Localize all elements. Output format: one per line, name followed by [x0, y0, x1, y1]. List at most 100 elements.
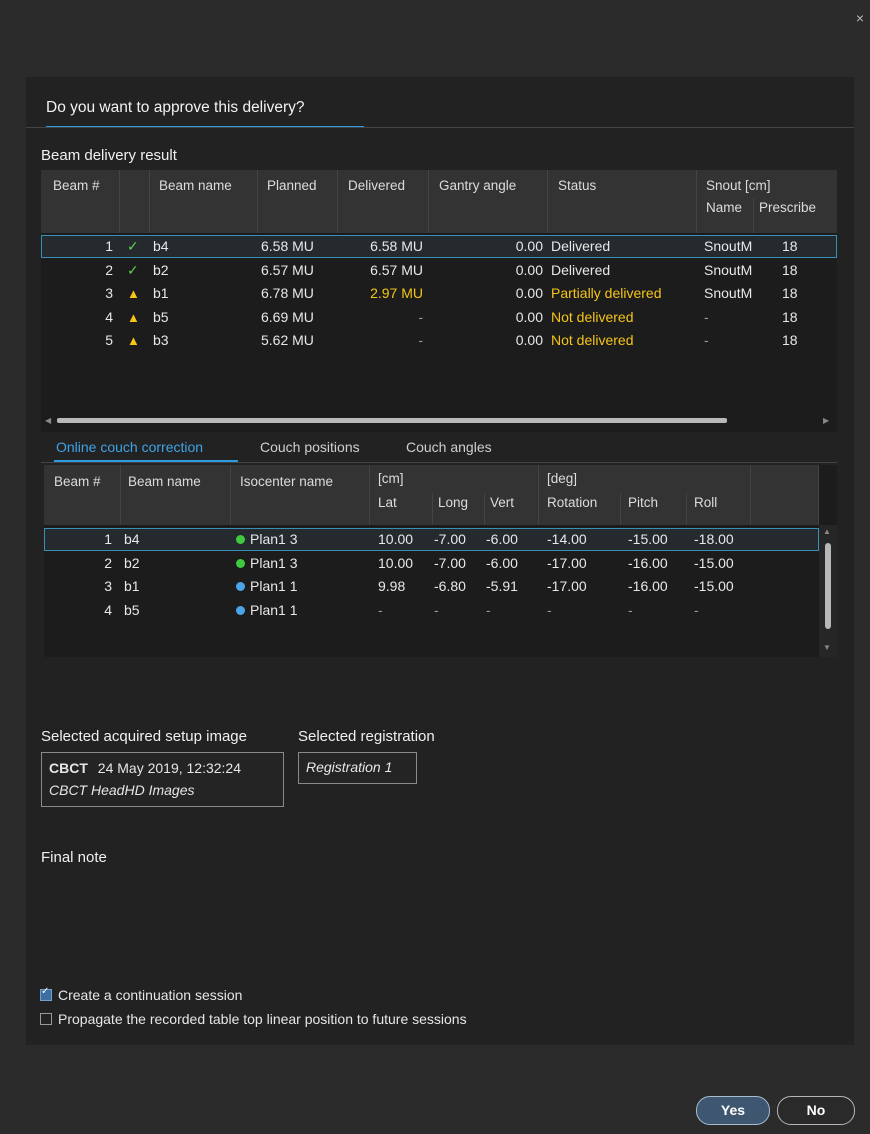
col-lat[interactable]: Lat [378, 495, 397, 510]
col-snout-name[interactable]: Name [706, 200, 742, 215]
col-divider [337, 170, 338, 233]
registration-card[interactable]: Registration 1 [298, 752, 417, 784]
vscroll-thumb[interactable] [825, 543, 831, 629]
gantry-angle: 0.00 [515, 238, 543, 254]
propagate-option[interactable]: Propagate the recorded table top linear … [40, 1011, 467, 1027]
tab-couch-angles[interactable]: Couch angles [406, 439, 492, 455]
no-button[interactable]: No [777, 1096, 855, 1125]
planned-value: 6.69 MU [261, 308, 314, 325]
col-beam-name[interactable]: Beam name [159, 178, 232, 193]
beam-result-title: Beam delivery result [41, 147, 177, 164]
lat-value: - [378, 601, 383, 618]
roll-value: -15.00 [694, 578, 734, 594]
registration-label: Selected registration [298, 728, 435, 745]
isocenter-name: Plan1 1 [250, 601, 298, 618]
status-text: Not delivered [551, 332, 634, 348]
scroll-up-icon[interactable]: ▲ [823, 527, 831, 536]
col-snout-prescribed[interactable]: Prescribe [759, 200, 816, 215]
beam-result-hscrollbar[interactable]: ◀ ▶ [41, 414, 837, 428]
col-divider [149, 170, 150, 233]
beam-number: 4 [105, 308, 113, 325]
continuation-checkbox[interactable] [40, 986, 52, 1001]
final-note-label: Final note [41, 849, 107, 866]
col-divider [818, 465, 819, 525]
propagate-checkbox[interactable] [40, 1013, 52, 1025]
delivered-value: - [418, 332, 423, 348]
table-row[interactable]: 3 ▲ b1 6.78 MU 2.97 MU 0.00 Partially delivere… [41, 282, 837, 305]
col-beam-no[interactable]: Beam # [54, 474, 101, 489]
image-datetime: 24 May 2019, 12:32:24 [97, 760, 242, 776]
tab-online-couch-correction[interactable]: Online couch correction [56, 439, 203, 455]
yes-button[interactable]: Yes [696, 1096, 770, 1125]
planned-value: 6.57 MU [261, 261, 314, 278]
isocenter-cell: Plan1 3 [236, 528, 297, 551]
col-long[interactable]: Long [438, 495, 468, 510]
delivered-value: 6.57 MU [370, 261, 423, 278]
col-delivered[interactable]: Delivered [348, 178, 405, 193]
tab-couch-positions[interactable]: Couch positions [260, 439, 360, 455]
couch-vscrollbar[interactable]: ▲ ▼ [819, 525, 837, 657]
col-beam-no[interactable]: Beam # [53, 178, 100, 193]
table-row[interactable]: 2 b2 Plan1 3 10.00 -7.00 -6.00 -17.00 -16.00 -15… [44, 552, 819, 575]
table-row[interactable]: 2 ✓ b2 6.57 MU 6.57 MU 0.00 Delivered SnoutM 18 [41, 259, 837, 282]
table-row[interactable]: 3 b1 Plan1 1 9.98 -6.80 -5.91 -17.00 -16.00 -15.… [44, 575, 819, 598]
hscroll-thumb[interactable] [57, 418, 727, 423]
beam-result-grid[interactable]: Beam # Beam name Planned Delivered Gantr… [41, 170, 837, 432]
scroll-down-icon[interactable]: ▼ [823, 643, 831, 652]
col-snout[interactable]: Snout [cm] [706, 178, 771, 193]
col-cm-group: [cm] [378, 471, 404, 486]
setup-image-card[interactable]: CBCT 24 May 2019, 12:32:24 CBCT HeadHD I… [41, 752, 284, 807]
roll-value: - [694, 601, 699, 618]
table-row[interactable]: 1 ✓ b4 6.58 MU 6.58 MU 0.00 Delivered SnoutM 18 [41, 235, 837, 258]
vert-value: -5.91 [486, 578, 518, 594]
continuation-option[interactable]: Create a continuation session [40, 986, 242, 1003]
delivered-value: 6.58 MU [370, 238, 423, 254]
col-planned[interactable]: Planned [267, 178, 317, 193]
planned-value: 5.62 MU [261, 332, 314, 348]
image-modality: CBCT [49, 760, 88, 776]
isocenter-cell: Plan1 1 [236, 599, 297, 622]
col-divider [696, 170, 697, 233]
table-row[interactable]: 4 b5 Plan1 1 - - - - - - [44, 599, 819, 622]
snout-prescribed: 18 [782, 285, 798, 301]
couch-correction-grid[interactable]: Beam # Beam name Isocenter name [cm] Lat… [44, 465, 837, 657]
col-status[interactable]: Status [558, 178, 596, 193]
col-beam-name[interactable]: Beam name [128, 474, 201, 489]
col-divider [750, 465, 751, 525]
lat-value: 10.00 [378, 554, 414, 571]
col-roll[interactable]: Roll [694, 495, 717, 510]
beam-number: 2 [104, 554, 112, 571]
close-icon[interactable]: × [856, 10, 864, 26]
scroll-left-icon[interactable]: ◀ [45, 416, 51, 425]
beam-number: 2 [105, 261, 113, 278]
col-divider [428, 170, 429, 233]
beam-number: 5 [105, 332, 113, 348]
scroll-right-icon[interactable]: ▶ [823, 416, 829, 425]
isocenter-cell: Plan1 3 [236, 552, 297, 575]
delivered-value: 2.97 MU [370, 285, 423, 301]
beam-name: b1 [124, 578, 140, 594]
beam-result-header: Beam # Beam name Planned Delivered Gantr… [41, 170, 837, 233]
col-divider [120, 465, 121, 525]
beam-name: b2 [153, 261, 169, 278]
beam-name: b4 [124, 531, 140, 547]
table-row[interactable]: 4 ▲ b5 6.69 MU - 0.00 Not delivered - 18 [41, 306, 837, 329]
pitch-value: -16.00 [628, 554, 668, 571]
beam-name: b3 [153, 332, 169, 348]
vert-value: -6.00 [486, 554, 518, 571]
beam-name: b1 [153, 285, 169, 301]
col-vert[interactable]: Vert [490, 495, 514, 510]
isocenter-name: Plan1 3 [250, 531, 298, 547]
gantry-angle: 0.00 [515, 308, 543, 325]
col-deg-group: [deg] [547, 471, 578, 486]
col-isocenter[interactable]: Isocenter name [240, 474, 333, 489]
col-divider [484, 493, 485, 525]
col-pitch[interactable]: Pitch [628, 495, 658, 510]
gantry-angle: 0.00 [515, 332, 543, 348]
table-row[interactable]: 5 ▲ b3 5.62 MU - 0.00 Not delivered - 18 [41, 329, 837, 352]
table-row[interactable]: 1 b4 Plan1 3 10.00 -7.00 -6.00 -14.00 -15.00 -18… [44, 528, 819, 551]
isocenter-status-icon [236, 558, 245, 568]
col-rotation[interactable]: Rotation [547, 495, 597, 510]
col-gantry[interactable]: Gantry angle [439, 178, 516, 193]
snout-name: SnoutM [704, 285, 753, 301]
